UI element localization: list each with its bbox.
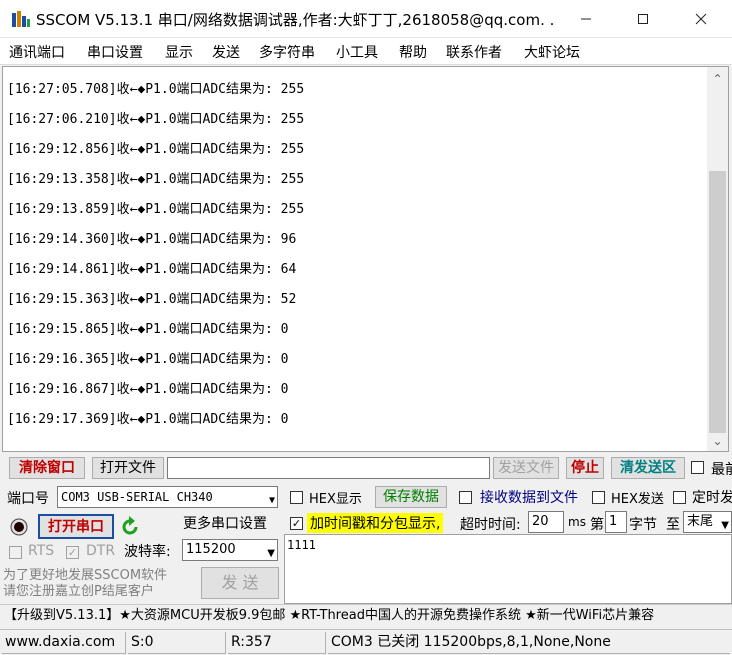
scroll-up-icon[interactable]: ⌃	[707, 69, 728, 89]
scrollbar-thumb[interactable]	[709, 171, 726, 433]
news-ticker[interactable]: 【升级到V5.13.1】★大资源MCU开发板9.9包邮 ★RT-Thread中国…	[0, 604, 732, 628]
stop-button[interactable]: 停止	[566, 457, 604, 479]
dtr-label: DTR	[86, 543, 116, 559]
always-on-top-label: 最前	[711, 462, 732, 478]
minimize-button[interactable]	[557, 0, 615, 38]
dtr-checkbox[interactable]: ✓	[66, 546, 79, 559]
open-file-button[interactable]: 打开文件	[92, 457, 164, 479]
status-sent-count: S:0	[128, 632, 226, 654]
close-button[interactable]	[672, 0, 730, 38]
menu-help[interactable]: 帮助	[399, 42, 427, 62]
log-line: [16:29:13.859]收←◆P1.0端口ADC结果为: 255	[7, 202, 305, 217]
recv-to-file-label: 接收数据到文件	[480, 490, 578, 506]
status-bar: www.daxia.com S:0 R:357 COM3 已关闭 115200b…	[0, 629, 732, 655]
menu-contact-author[interactable]: 联系作者	[446, 42, 502, 62]
hex-send-label: HEX发送	[611, 492, 664, 507]
status-received-count: R:357	[228, 632, 326, 654]
timestamp-label: 加时间戳和分包显示,	[307, 513, 444, 533]
close-icon	[695, 13, 707, 25]
chevron-down-icon: ▼	[267, 548, 275, 559]
byte-prefix-label: 第	[590, 517, 604, 533]
save-data-button[interactable]: 保存数据	[375, 486, 447, 508]
log-line: [16:29:12.856]收←◆P1.0端口ADC结果为: 255	[7, 142, 305, 157]
menu-multi-string[interactable]: 多字符串	[259, 42, 315, 62]
log-line: [16:29:16.365]收←◆P1.0端口ADC结果为: 0	[7, 352, 289, 367]
log-line: [16:29:15.363]收←◆P1.0端口ADC结果为: 52	[7, 292, 297, 307]
chevron-down-icon: ▼	[721, 520, 729, 531]
timed-send-checkbox[interactable]	[673, 491, 686, 504]
file-path-input[interactable]	[167, 457, 490, 479]
menu-bar: 通讯端口 串口设置 显示 发送 多字符串 小工具 帮助 联系作者 大虾论坛	[0, 38, 732, 65]
send-textarea[interactable]: 1111	[284, 534, 732, 604]
send-file-button[interactable]: 发送文件	[493, 457, 559, 479]
menu-send[interactable]: 发送	[212, 42, 240, 62]
baud-select-value: 115200	[186, 542, 236, 557]
menu-serial-settings[interactable]: 串口设置	[87, 42, 143, 62]
always-on-top-checkbox[interactable]	[691, 461, 704, 474]
timestamp-checkbox[interactable]: ✓	[290, 517, 303, 530]
status-website[interactable]: www.daxia.com	[2, 632, 126, 654]
byte-suffix-label: 字节	[629, 517, 657, 533]
baud-label: 波特率:	[124, 544, 171, 560]
port-select-value: COM3 USB-SERIAL CH340	[61, 490, 213, 504]
more-settings-link[interactable]: 更多串口设置	[183, 513, 267, 533]
scroll-down-icon[interactable]: ⌄	[707, 431, 728, 451]
port-status-icon	[10, 518, 28, 536]
log-line: [16:27:05.708]收←◆P1.0端口ADC结果为: 255	[7, 82, 305, 97]
receive-log[interactable]: [16:27:05.708]收←◆P1.0端口ADC结果为: 255 [16:2…	[2, 66, 708, 452]
to-select-value: 末尾	[687, 514, 714, 529]
port-select[interactable]: COM3 USB-SERIAL CH340 ▼	[57, 486, 278, 508]
hex-display-checkbox[interactable]	[290, 491, 303, 504]
timeout-unit: ms	[568, 515, 586, 529]
log-line: [16:29:17.369]收←◆P1.0端口ADC结果为: 0	[7, 412, 289, 427]
timeout-label: 超时时间:	[460, 517, 521, 533]
minimize-icon	[581, 18, 591, 20]
refresh-icon[interactable]	[119, 516, 141, 538]
menu-comm-port[interactable]: 通讯端口	[9, 42, 65, 62]
app-icon	[12, 11, 30, 27]
recv-to-file-checkbox[interactable]	[459, 491, 472, 504]
rts-checkbox[interactable]	[9, 546, 22, 559]
log-line: [16:29:15.865]收←◆P1.0端口ADC结果为: 0	[7, 322, 289, 337]
log-line: [16:29:16.867]收←◆P1.0端口ADC结果为: 0	[7, 382, 289, 397]
log-line: [16:29:13.358]收←◆P1.0端口ADC结果为: 255	[7, 172, 305, 187]
port-label: 端口号	[7, 491, 49, 507]
open-port-button[interactable]: 打开串口	[38, 514, 114, 539]
send-button[interactable]: 发 送	[201, 567, 279, 599]
menu-tools[interactable]: 小工具	[336, 42, 378, 62]
log-line: [16:27:06.210]收←◆P1.0端口ADC结果为: 255	[7, 112, 305, 127]
to-label: 至	[666, 517, 680, 533]
file-toolbar: 清除窗口 打开文件 发送文件 停止 清发送区 最前	[0, 455, 732, 481]
maximize-button[interactable]	[614, 0, 672, 38]
menu-forum[interactable]: 大虾论坛	[524, 42, 580, 62]
log-scrollbar[interactable]: ⌃ ⌄	[707, 66, 729, 452]
timeout-input[interactable]: 20	[528, 511, 564, 533]
title-bar: SSCOM V5.13.1 串口/网络数据调试器,作者:大虾丁丁,2618058…	[0, 0, 732, 38]
hex-send-checkbox[interactable]	[592, 491, 605, 504]
status-port-state: COM3 已关闭 115200bps,8,1,None,None	[328, 632, 730, 654]
port-panel: 端口号 COM3 USB-SERIAL CH340 ▼ 打开串口 更多串口设置 …	[0, 483, 283, 603]
clear-send-area-button[interactable]: 清发送区	[611, 457, 685, 479]
hex-display-label: HEX显示	[309, 492, 362, 507]
log-line: [16:29:14.360]收←◆P1.0端口ADC结果为: 96	[7, 232, 297, 247]
timed-send-label: 定时发	[692, 490, 732, 506]
log-line: [16:29:14.861]收←◆P1.0端口ADC结果为: 64	[7, 262, 297, 277]
clear-window-button[interactable]: 清除窗口	[9, 457, 85, 479]
maximize-icon	[638, 14, 648, 24]
window-title: SSCOM V5.13.1 串口/网络数据调试器,作者:大虾丁丁,2618058…	[36, 11, 556, 29]
baud-select[interactable]: 115200 ▼	[182, 539, 278, 561]
byte-index-input[interactable]: 1	[605, 511, 627, 533]
promo-text[interactable]: 为了更好地发展SSCOM软件 请您注册嘉立创P结尾客户	[3, 568, 193, 600]
menu-display[interactable]: 显示	[165, 42, 193, 62]
to-select[interactable]: 末尾 ▼	[683, 511, 732, 533]
chevron-down-icon: ▼	[268, 495, 275, 506]
rts-label: RTS	[28, 543, 55, 559]
